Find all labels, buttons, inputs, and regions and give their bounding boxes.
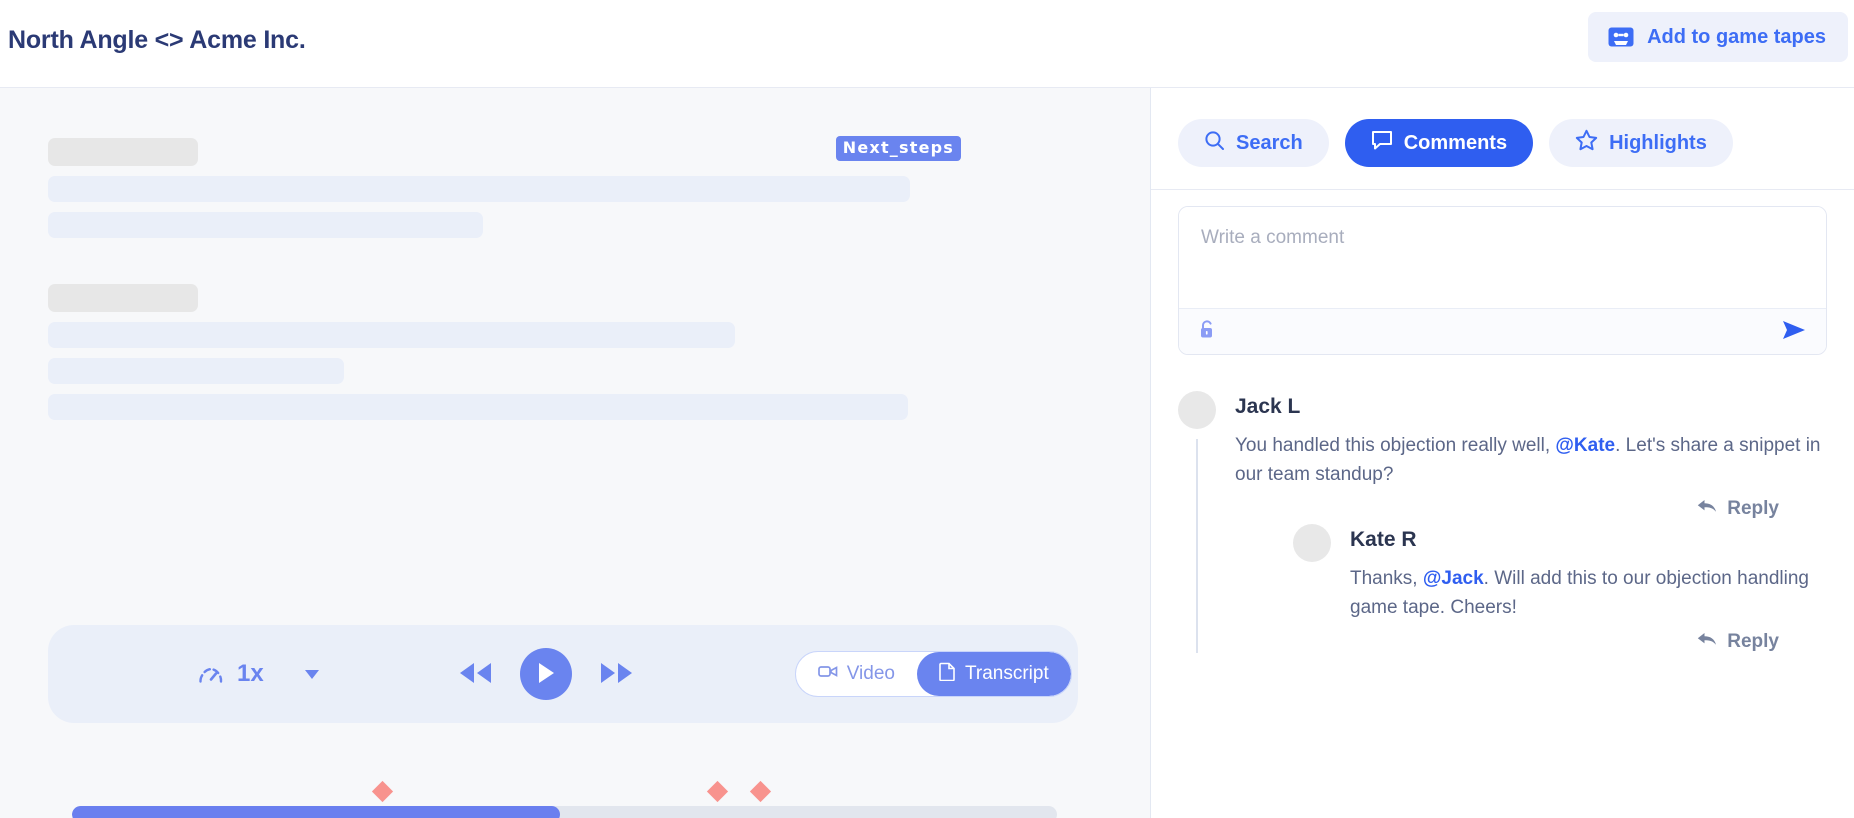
reply-arrow-icon (1697, 631, 1717, 653)
player-controls-bar: 1x Video Transcript (48, 625, 1078, 723)
app-header: North Angle <> Acme Inc. Add to game tap… (0, 0, 1854, 88)
comment-text: You handled this objection really well, … (1235, 432, 1827, 490)
skeleton-speaker-block (48, 138, 198, 166)
transport-controls (454, 648, 638, 700)
search-icon (1204, 130, 1225, 157)
skeleton-line (48, 212, 483, 238)
view-mode-toggle: Video Transcript (794, 651, 1072, 697)
video-camera-icon (817, 663, 838, 685)
skeleton-line (48, 322, 735, 348)
avatar (1293, 523, 1331, 562)
highlight-marker-1[interactable] (372, 780, 394, 803)
send-icon (1781, 319, 1807, 344)
rewind-icon (454, 660, 496, 689)
avatar-column (1293, 523, 1331, 653)
tab-highlights[interactable]: Highlights (1549, 119, 1733, 167)
transcript-skeleton (48, 138, 1078, 420)
reply-button[interactable]: Reply (1697, 631, 1779, 653)
tab-transcript-label: Transcript (964, 663, 1049, 684)
reply-label: Reply (1727, 497, 1779, 519)
comment-text-before: You handled this objection really well, (1235, 435, 1556, 456)
avatar-column (1178, 391, 1216, 653)
tab-transcript[interactable]: Transcript (916, 652, 1071, 696)
reply-label: Reply (1727, 630, 1779, 652)
progress-bar-fill (72, 806, 560, 818)
comment-author: Jack L (1235, 395, 1301, 418)
highlight-markers (72, 778, 1057, 806)
star-icon (1575, 129, 1598, 157)
comment-body: Jack L You handled this objection really… (1235, 391, 1827, 653)
tab-video[interactable]: Video (796, 652, 917, 696)
send-comment-button[interactable] (1781, 319, 1807, 344)
comment-item: Jack L You handled this objection really… (1178, 391, 1827, 653)
comment-composer (1178, 206, 1827, 355)
playback-progress-area (72, 778, 1057, 818)
rewind-button[interactable] (454, 660, 496, 689)
reply-button[interactable]: Reply (1697, 498, 1779, 520)
highlight-marker-2[interactable] (707, 780, 729, 803)
main-body: Next_steps 1x Video Transcript Search Co… (0, 88, 1854, 818)
add-to-game-tapes-button[interactable]: Add to game tapes (1588, 12, 1848, 62)
skeleton-speaker-block (48, 284, 198, 312)
play-button[interactable] (519, 648, 572, 700)
unlock-icon (1198, 319, 1217, 344)
speed-gauge-icon (198, 664, 224, 684)
chevron-down-icon[interactable] (304, 669, 319, 679)
page-title: North Angle <> Acme Inc. (8, 26, 306, 54)
add-to-game-tapes-label: Add to game tapes (1647, 25, 1826, 48)
comment-input[interactable] (1179, 207, 1826, 303)
comment-item-nested: Kate R Thanks, @Jack. Will add this to o… (1293, 523, 1827, 653)
tab-highlights-label: Highlights (1609, 131, 1707, 154)
tab-search[interactable]: Search (1178, 119, 1329, 167)
transcript-pane: Next_steps 1x Video Transcript (0, 88, 1151, 818)
reply-row: Reply (1350, 631, 1827, 653)
progress-bar-track[interactable] (72, 806, 1057, 818)
comment-list: Jack L You handled this objection really… (1151, 355, 1854, 653)
mention-link[interactable]: @Kate (1555, 435, 1615, 456)
speed-label: 1x (237, 660, 264, 687)
playback-speed-control[interactable]: 1x (198, 660, 319, 688)
play-icon (535, 661, 557, 688)
tab-search-label: Search (1236, 131, 1303, 154)
tab-video-label: Video (846, 663, 895, 684)
skeleton-line (48, 176, 910, 202)
comment-body: Kate R Thanks, @Jack. Will add this to o… (1350, 524, 1827, 653)
skeleton-line (48, 358, 344, 384)
fast-forward-icon (596, 660, 638, 689)
tab-comments-label: Comments (1403, 131, 1508, 154)
thread-connector (1196, 439, 1198, 653)
tabs-divider (1151, 189, 1854, 190)
document-icon (939, 662, 956, 687)
comment-text-before: Thanks, (1350, 567, 1423, 589)
highlight-marker-3[interactable] (749, 780, 771, 803)
mention-link[interactable]: @Jack (1423, 568, 1484, 589)
reply-row: Reply (1235, 498, 1827, 520)
avatar (1178, 391, 1216, 429)
tab-comments[interactable]: Comments (1344, 119, 1534, 167)
reply-arrow-icon (1697, 498, 1717, 520)
comments-pane: Search Comments Highlights Write a comme… (1151, 88, 1854, 818)
fast-forward-button[interactable] (596, 660, 638, 689)
comment-author: Kate R (1350, 527, 1417, 551)
privacy-toggle-button[interactable] (1198, 319, 1217, 344)
comment-text: Thanks, @Jack. Will add this to our obje… (1350, 565, 1827, 623)
comment-bubble-icon (1371, 130, 1393, 157)
composer-footer (1179, 308, 1826, 354)
skeleton-line (48, 394, 908, 420)
cassette-tape-icon (1608, 27, 1634, 47)
sidebar-tabs: Search Comments Highlights (1151, 88, 1854, 167)
